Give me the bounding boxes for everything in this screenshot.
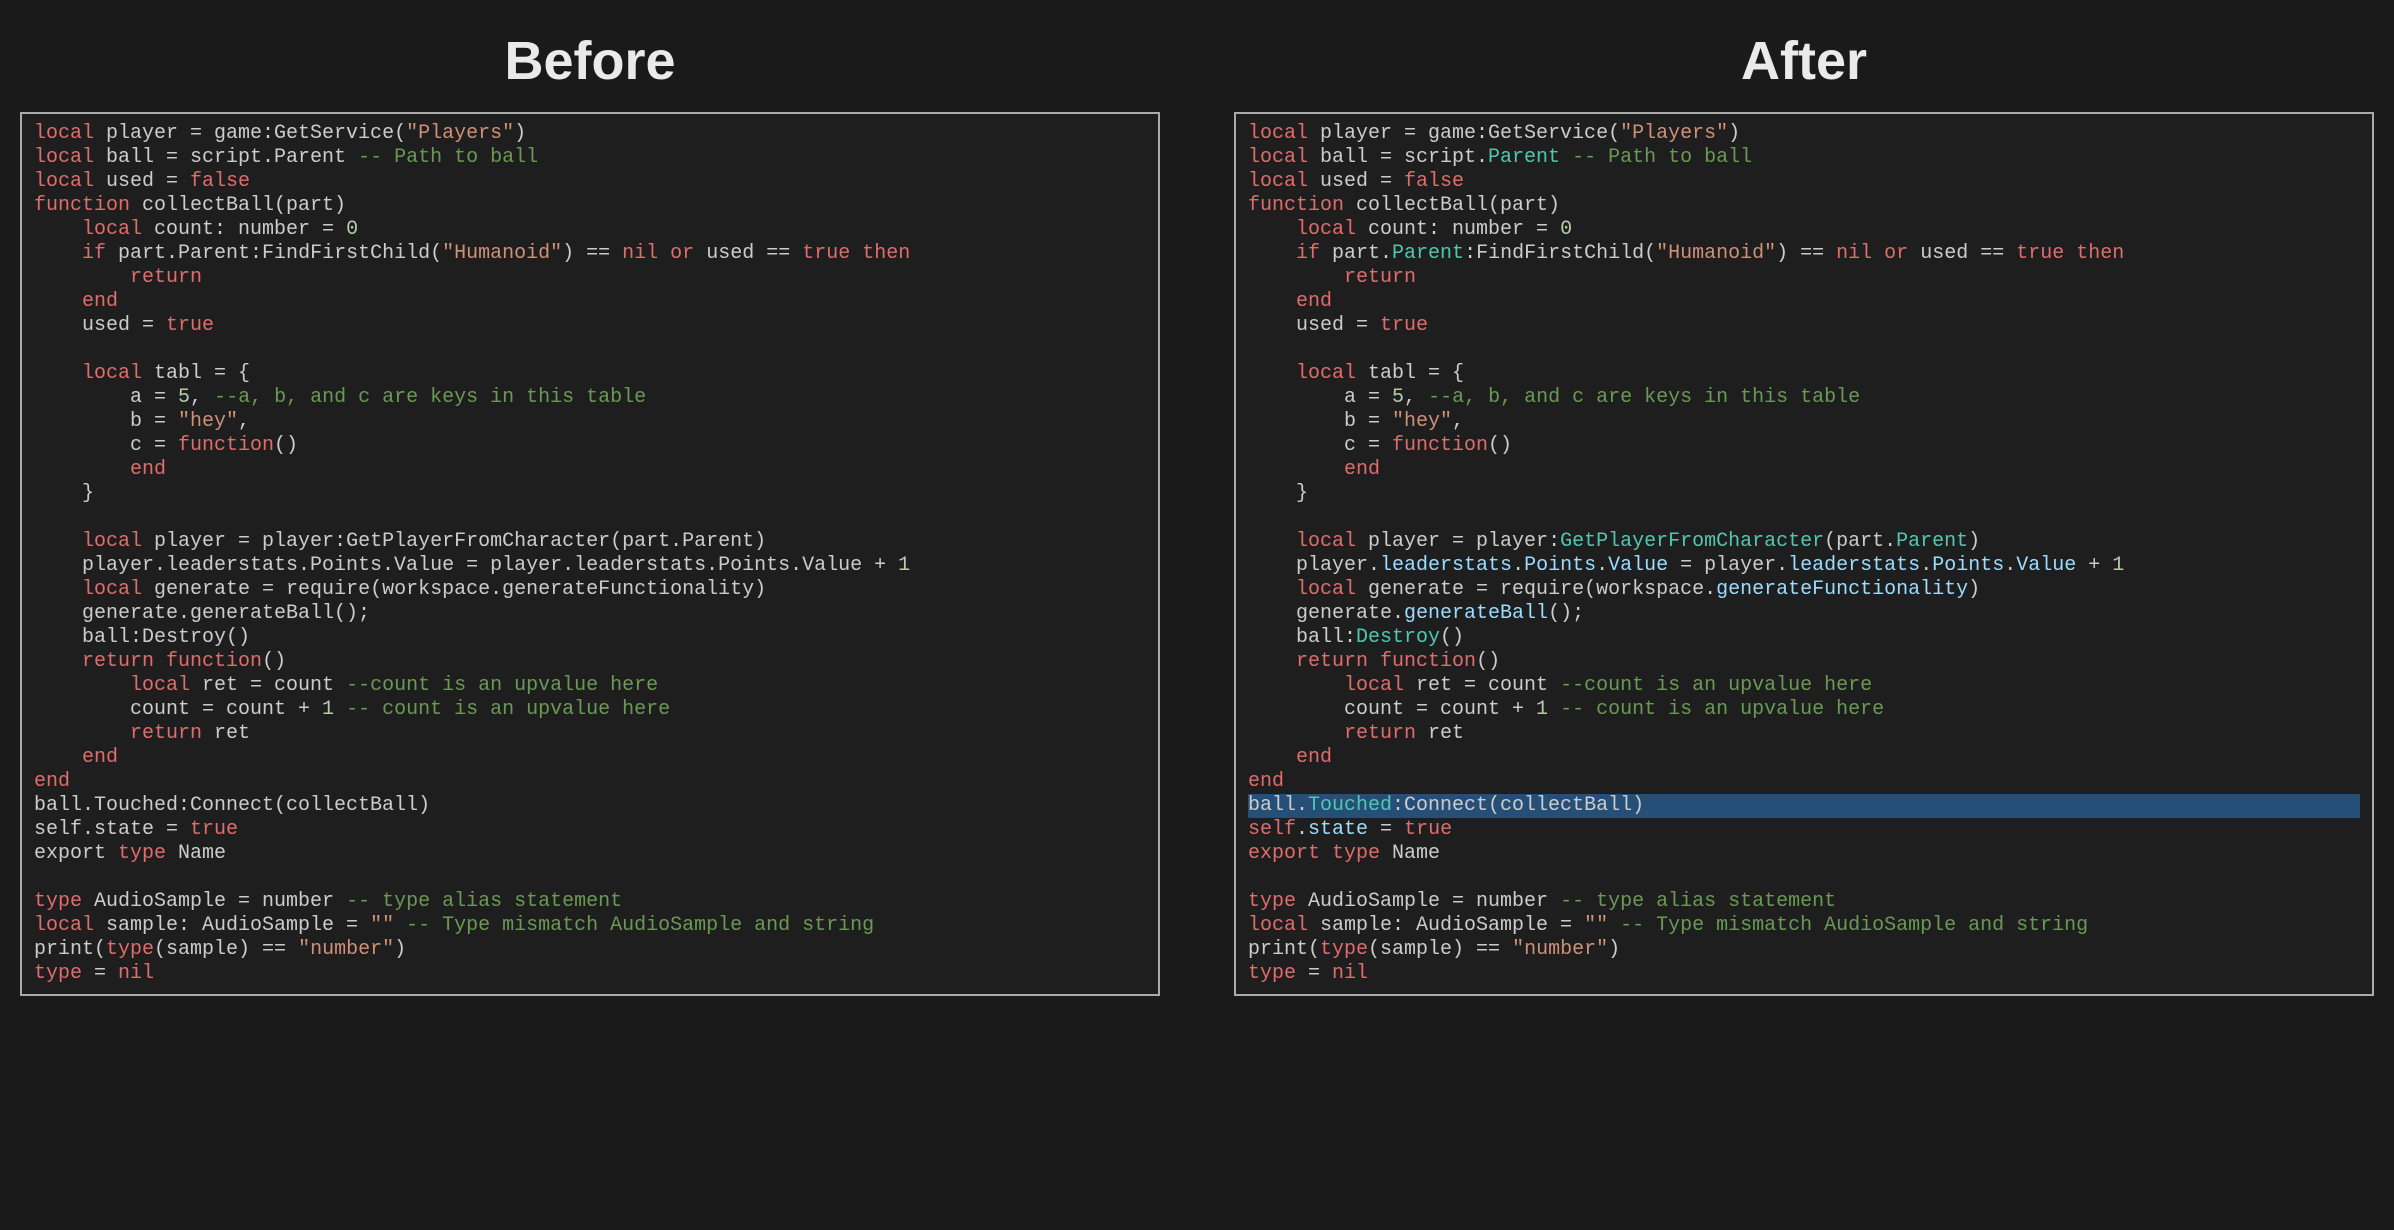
code-line: a = 5, --a, b, and c are keys in this ta… (1248, 386, 2360, 410)
code-line: end (34, 746, 1146, 770)
code-line: player.leaderstats.Points.Value = player… (34, 554, 1146, 578)
code-line: if part.Parent:FindFirstChild("Humanoid"… (34, 242, 1146, 266)
code-line: local tabl = { (1248, 362, 2360, 386)
code-line: function collectBall(part) (1248, 194, 2360, 218)
code-line: ball.Touched:Connect(collectBall) (34, 794, 1146, 818)
code-line: used = true (1248, 314, 2360, 338)
code-line: export type Name (1248, 842, 2360, 866)
before-code-box: local player = game:GetService("Players"… (20, 112, 1160, 996)
after-code-box: local player = game:GetService("Players"… (1234, 112, 2374, 996)
code-line: local ball = script.Parent -- Path to ba… (34, 146, 1146, 170)
code-line: return function() (1248, 650, 2360, 674)
code-line: generate.generateBall(); (1248, 602, 2360, 626)
code-line: export type Name (34, 842, 1146, 866)
code-line: end (1248, 458, 2360, 482)
code-line: end (34, 458, 1146, 482)
code-line (1248, 866, 2360, 890)
code-line: local player = player:GetPlayerFromChara… (34, 530, 1146, 554)
code-line: a = 5, --a, b, and c are keys in this ta… (34, 386, 1146, 410)
code-line: generate.generateBall(); (34, 602, 1146, 626)
code-line: local sample: AudioSample = "" -- Type m… (34, 914, 1146, 938)
code-line: print(type(sample) == "number") (34, 938, 1146, 962)
code-line: return function() (34, 650, 1146, 674)
code-line: local count: number = 0 (34, 218, 1146, 242)
code-line: print(type(sample) == "number") (1248, 938, 2360, 962)
code-line: } (34, 482, 1146, 506)
code-line: if part.Parent:FindFirstChild("Humanoid"… (1248, 242, 2360, 266)
code-line: c = function() (1248, 434, 2360, 458)
code-line: b = "hey", (34, 410, 1146, 434)
code-line: return ret (34, 722, 1146, 746)
code-line: return (1248, 266, 2360, 290)
code-line: local generate = require(workspace.gener… (1248, 578, 2360, 602)
code-line: ball:Destroy() (1248, 626, 2360, 650)
code-line: type = nil (34, 962, 1146, 986)
code-line: local ret = count --count is an upvalue … (34, 674, 1146, 698)
code-line: function collectBall(part) (34, 194, 1146, 218)
code-line: type = nil (1248, 962, 2360, 986)
code-line: b = "hey", (1248, 410, 2360, 434)
code-line: return (34, 266, 1146, 290)
code-line: type AudioSample = number -- type alias … (34, 890, 1146, 914)
code-line: ball:Destroy() (34, 626, 1146, 650)
code-line: } (1248, 482, 2360, 506)
code-line: count = count + 1 -- count is an upvalue… (1248, 698, 2360, 722)
code-line: self.state = true (1248, 818, 2360, 842)
code-line: local count: number = 0 (1248, 218, 2360, 242)
code-line: type AudioSample = number -- type alias … (1248, 890, 2360, 914)
code-line: c = function() (34, 434, 1146, 458)
code-line: end (34, 290, 1146, 314)
code-line (1248, 506, 2360, 530)
code-line: local tabl = { (34, 362, 1146, 386)
code-line: end (1248, 746, 2360, 770)
code-line: local ball = script.Parent -- Path to ba… (1248, 146, 2360, 170)
before-title: Before (20, 30, 1160, 92)
comparison-container: Before local player = game:GetService("P… (0, 0, 2394, 1016)
code-line (34, 506, 1146, 530)
code-line: player.leaderstats.Points.Value = player… (1248, 554, 2360, 578)
code-line: local player = game:GetService("Players"… (1248, 122, 2360, 146)
code-line: ball.Touched:Connect(collectBall) (1248, 794, 2360, 818)
before-column: Before local player = game:GetService("P… (20, 20, 1160, 996)
code-line: return ret (1248, 722, 2360, 746)
code-line: count = count + 1 -- count is an upvalue… (34, 698, 1146, 722)
code-line: used = true (34, 314, 1146, 338)
code-line: self.state = true (34, 818, 1146, 842)
code-line: local sample: AudioSample = "" -- Type m… (1248, 914, 2360, 938)
code-line (34, 338, 1146, 362)
code-line (1248, 338, 2360, 362)
code-line (34, 866, 1146, 890)
code-line: local player = game:GetService("Players"… (34, 122, 1146, 146)
code-line: end (34, 770, 1146, 794)
code-line: local player = player:GetPlayerFromChara… (1248, 530, 2360, 554)
code-line: local generate = require(workspace.gener… (34, 578, 1146, 602)
code-line: local used = false (1248, 170, 2360, 194)
after-column: After local player = game:GetService("Pl… (1234, 20, 2374, 996)
code-line: local ret = count --count is an upvalue … (1248, 674, 2360, 698)
code-line: local used = false (34, 170, 1146, 194)
code-line: end (1248, 770, 2360, 794)
code-line: end (1248, 290, 2360, 314)
after-title: After (1234, 30, 2374, 92)
